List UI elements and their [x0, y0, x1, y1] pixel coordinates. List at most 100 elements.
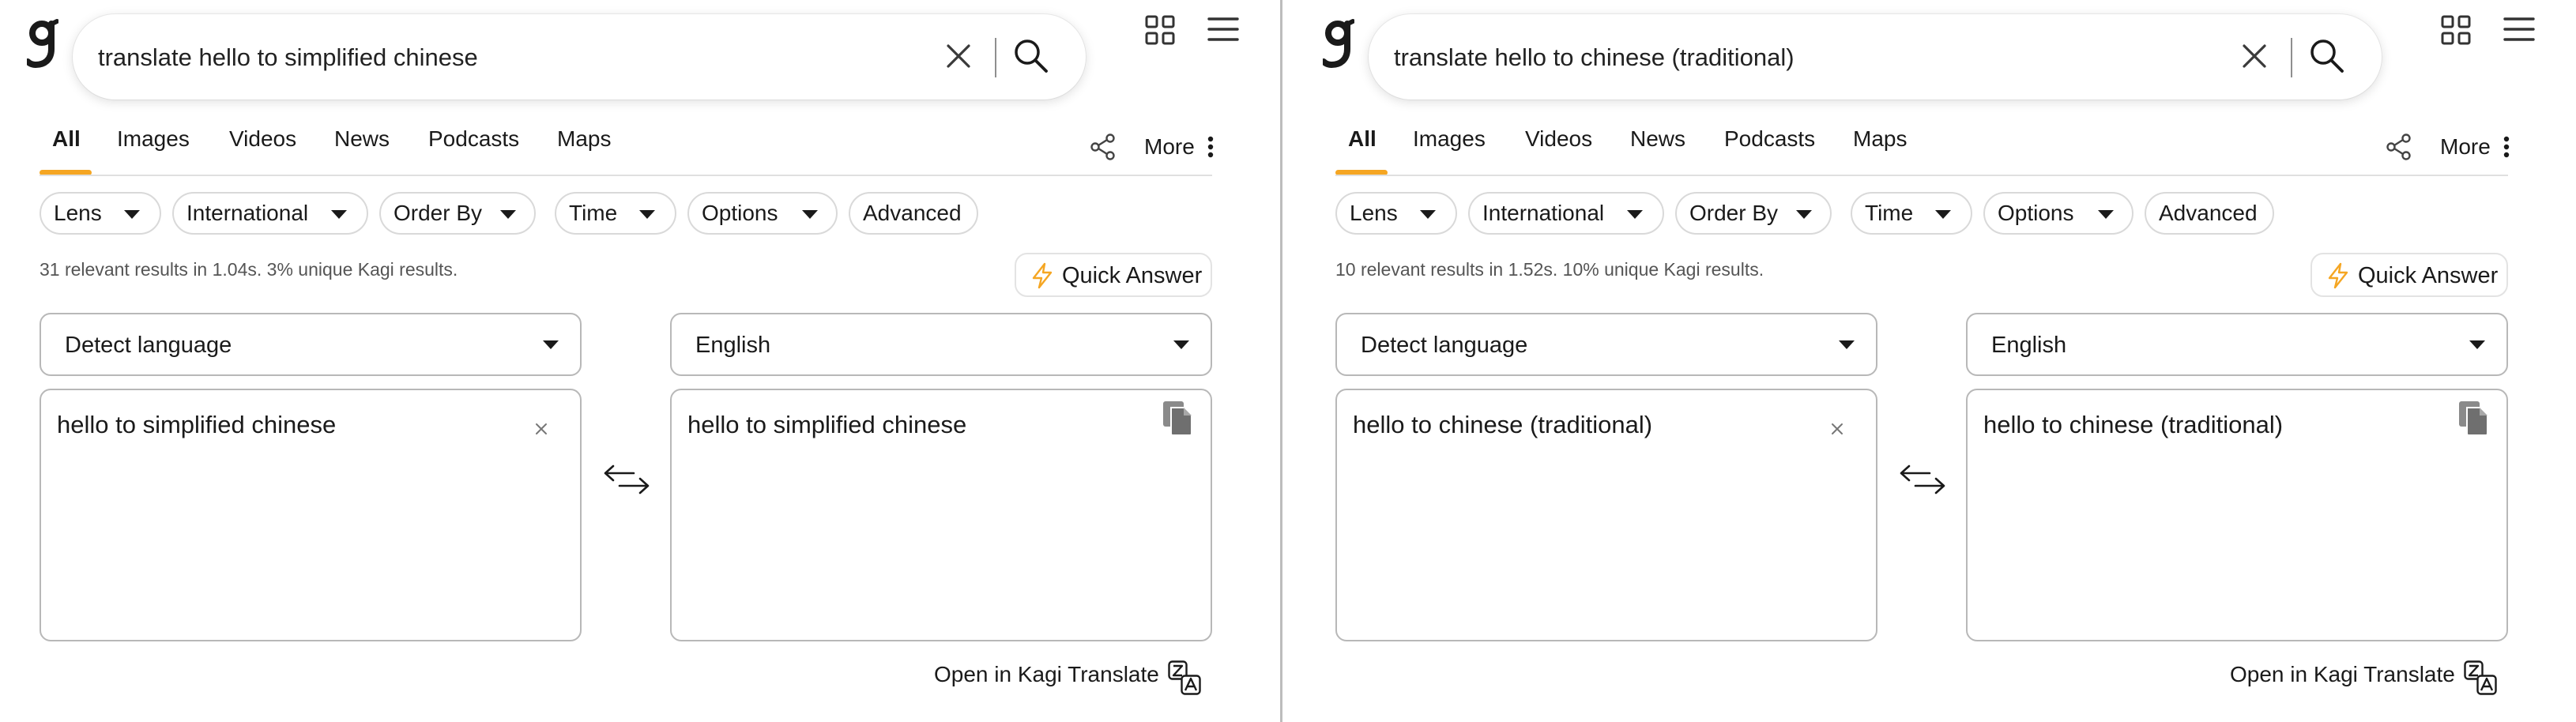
- caret-down-icon: [802, 210, 818, 219]
- browser-pane-left: All Images Videos News Podcasts Maps Mor…: [0, 0, 1280, 722]
- filter-label: Advanced: [2159, 201, 2258, 225]
- pane-divider: [1280, 0, 1296, 722]
- filter-label: Order By: [394, 201, 483, 225]
- swap-icon[interactable]: [1898, 462, 1947, 497]
- filter-order-by[interactable]: Order By: [379, 192, 536, 235]
- caret-down-icon: [1420, 210, 1436, 219]
- tab-podcasts[interactable]: Podcasts: [1724, 126, 1815, 152]
- source-text-area[interactable]: hello to simplified chinese: [40, 389, 582, 641]
- swap-icon[interactable]: [602, 462, 651, 497]
- caret-down-icon: [124, 210, 140, 219]
- share-icon[interactable]: [2385, 133, 2413, 161]
- caret-down-icon: [2098, 210, 2114, 219]
- search-separator: [2291, 38, 2292, 77]
- filter-label: Lens: [1350, 201, 1398, 225]
- clear-icon[interactable]: [942, 39, 975, 73]
- filter-label: International: [186, 201, 309, 225]
- caret-down-icon: [2469, 340, 2485, 349]
- search-icon[interactable]: [1011, 36, 1051, 76]
- clear-icon[interactable]: [1830, 422, 1844, 436]
- more-button[interactable]: More: [1144, 134, 1195, 160]
- target-text-area: hello to chinese (traditional): [1966, 389, 2508, 641]
- caret-down-icon: [639, 210, 655, 219]
- filter-options[interactable]: Options: [1983, 192, 2133, 235]
- tab-images[interactable]: Images: [117, 126, 190, 152]
- apps-grid-icon[interactable]: [1145, 15, 1175, 45]
- caret-down-icon: [1173, 340, 1189, 349]
- search-input[interactable]: [96, 33, 921, 82]
- tab-maps[interactable]: Maps: [557, 126, 611, 152]
- tab-news[interactable]: News: [1630, 126, 1685, 152]
- caret-down-icon: [543, 340, 559, 349]
- source-text: hello to chinese (traditional): [1353, 411, 1653, 438]
- search-icon[interactable]: [2307, 36, 2347, 76]
- kebab-menu-icon[interactable]: [1207, 136, 1214, 158]
- filter-advanced[interactable]: Advanced: [2145, 192, 2274, 235]
- target-language-select[interactable]: English: [670, 313, 1212, 376]
- quick-answer-label: Quick Answer: [1062, 263, 1203, 288]
- filter-order-by[interactable]: Order By: [1675, 192, 1832, 235]
- copy-icon[interactable]: [2457, 400, 2489, 436]
- translate-icon[interactable]: [1168, 660, 1201, 695]
- quick-answer-button[interactable]: Quick Answer: [2310, 253, 2508, 297]
- copy-icon[interactable]: [1162, 400, 1193, 436]
- filter-lens[interactable]: Lens: [1335, 192, 1457, 235]
- target-language-label: English: [695, 333, 771, 358]
- caret-down-icon: [331, 210, 347, 219]
- tabs-divider: [40, 175, 1212, 176]
- caret-down-icon: [500, 210, 516, 219]
- caret-down-icon: [1796, 210, 1812, 219]
- source-language-select[interactable]: Detect language: [40, 313, 582, 376]
- target-language-select[interactable]: English: [1966, 313, 2508, 376]
- share-icon[interactable]: [1089, 133, 1117, 161]
- source-language-select[interactable]: Detect language: [1335, 313, 1877, 376]
- results-stats: 31 relevant results in 1.04s. 3% unique …: [40, 259, 458, 280]
- source-language-label: Detect language: [1361, 333, 1528, 358]
- filter-time[interactable]: Time: [555, 192, 676, 235]
- search-input[interactable]: [1392, 33, 2217, 82]
- open-in-kagi-translate-link[interactable]: Open in Kagi Translate: [2230, 662, 2455, 687]
- caret-down-icon: [1839, 340, 1855, 349]
- search-bar: [1369, 14, 2382, 100]
- search-bar: [73, 14, 1086, 100]
- source-text-area[interactable]: hello to chinese (traditional): [1335, 389, 1877, 641]
- tab-all[interactable]: All: [52, 126, 81, 152]
- hamburger-menu-icon[interactable]: [1207, 16, 1239, 43]
- tab-all[interactable]: All: [1348, 126, 1377, 152]
- results-stats: 10 relevant results in 1.52s. 10% unique…: [1335, 259, 1764, 280]
- caret-down-icon: [1935, 210, 1951, 219]
- target-text: hello to chinese (traditional): [1983, 411, 2284, 438]
- filter-lens[interactable]: Lens: [40, 192, 161, 235]
- apps-grid-icon[interactable]: [2441, 15, 2471, 45]
- filter-label: Lens: [54, 201, 102, 225]
- filter-options[interactable]: Options: [687, 192, 838, 235]
- filter-label: Advanced: [863, 201, 962, 225]
- filter-advanced[interactable]: Advanced: [849, 192, 978, 235]
- lightning-icon: [2328, 262, 2348, 289]
- tab-videos[interactable]: Videos: [1525, 126, 1592, 152]
- tab-maps[interactable]: Maps: [1853, 126, 1907, 152]
- hamburger-menu-icon[interactable]: [2503, 16, 2535, 43]
- open-in-kagi-translate-link[interactable]: Open in Kagi Translate: [934, 662, 1159, 687]
- more-button[interactable]: More: [2440, 134, 2491, 160]
- filter-international[interactable]: International: [1468, 192, 1664, 235]
- kebab-menu-icon[interactable]: [2503, 136, 2510, 158]
- tabs-divider: [1335, 175, 2508, 176]
- tab-videos[interactable]: Videos: [229, 126, 296, 152]
- tab-images[interactable]: Images: [1413, 126, 1486, 152]
- filter-label: International: [1482, 201, 1605, 225]
- caret-down-icon: [1627, 210, 1643, 219]
- clear-icon[interactable]: [2238, 39, 2271, 73]
- tab-news[interactable]: News: [334, 126, 390, 152]
- filter-international[interactable]: International: [172, 192, 368, 235]
- filter-label: Time: [569, 201, 618, 225]
- kagi-logo[interactable]: [1320, 17, 1355, 70]
- filter-time[interactable]: Time: [1851, 192, 1972, 235]
- target-text: hello to simplified chinese: [687, 411, 967, 438]
- clear-icon[interactable]: [534, 422, 548, 436]
- source-text: hello to simplified chinese: [57, 411, 337, 438]
- kagi-logo[interactable]: [24, 17, 59, 70]
- translate-icon[interactable]: [2464, 660, 2497, 695]
- quick-answer-button[interactable]: Quick Answer: [1015, 253, 1212, 297]
- tab-podcasts[interactable]: Podcasts: [428, 126, 519, 152]
